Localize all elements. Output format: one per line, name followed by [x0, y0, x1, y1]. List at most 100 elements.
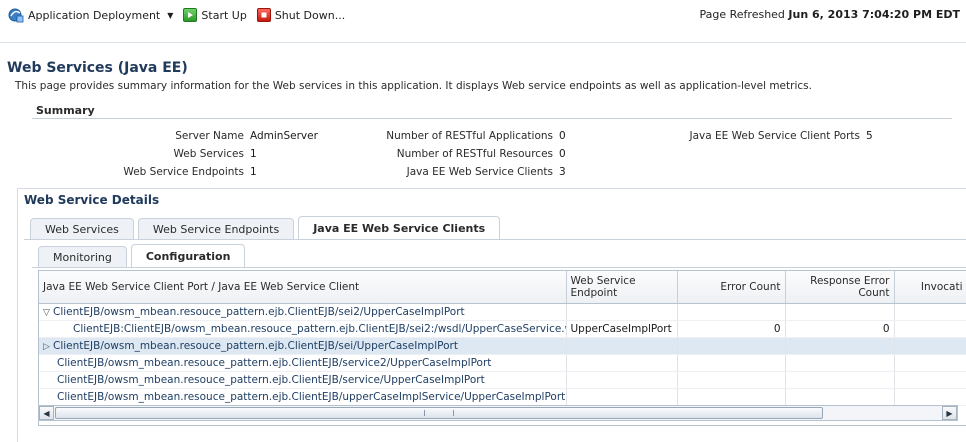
response-error-count-cell [785, 371, 895, 389]
table-row[interactable]: ClientEJB:ClientEJB/owsm_mbean.resouce_p… [39, 320, 966, 338]
endpoint-cell [566, 337, 678, 355]
page-refreshed-prefix: Page Refreshed [699, 8, 785, 21]
summary-value: 5 [866, 130, 873, 142]
summary-label: Java EE Web Service Client Ports [689, 130, 860, 142]
summary-web-service-endpoints: Web Service Endpoints 1 [70, 166, 257, 178]
summary-server-name: Server Name AdminServer [70, 130, 318, 142]
client-port-cell[interactable]: ClientEJB/owsm_mbean.resouce_pattern.ejb… [39, 388, 567, 406]
error-count-cell: 0 [677, 320, 786, 338]
tab-monitoring[interactable]: Monitoring [38, 246, 127, 268]
client-port-name[interactable]: ClientEJB/owsm_mbean.resouce_pattern.ejb… [57, 391, 565, 403]
response-error-count-cell [785, 388, 895, 406]
summary-value: 0 [559, 148, 566, 160]
client-port-name[interactable]: ClientEJB/owsm_mbean.resouce_pattern.ejb… [57, 374, 485, 386]
table-row[interactable]: ▽ ClientEJB/owsm_mbean.resouce_pattern.ej… [39, 303, 966, 321]
summary-web-services: Web Services 1 [70, 148, 257, 160]
error-count-cell [677, 337, 786, 355]
toolbar: Application Deployment ▼ Start Up Shut D… [0, 0, 966, 30]
response-error-count-cell: 0 [785, 320, 895, 338]
sub-tabs: Monitoring Configuration [38, 244, 249, 268]
error-count-cell [677, 371, 786, 389]
summary-label: Server Name [175, 130, 244, 142]
column-header-invocation[interactable]: Invocati [894, 271, 966, 304]
summary-restful-resources: Number of RESTful Resources 0 [340, 148, 566, 160]
summary-web-service-clients: Java EE Web Service Clients 3 [340, 166, 566, 178]
scrollbar-thumb[interactable] [55, 407, 823, 419]
table-row[interactable]: ClientEJB/owsm_mbean.resouce_pattern.ejb… [39, 371, 966, 389]
tab-configuration[interactable]: Configuration [130, 244, 246, 268]
table-row[interactable]: ▷ ClientEJB/owsm_mbean.resouce_pattern.ej… [39, 337, 966, 355]
start-up-button[interactable]: Start Up [183, 8, 247, 22]
client-port-cell[interactable]: ▽ ClientEJB/owsm_mbean.resouce_pattern.ej… [39, 303, 567, 321]
scroll-left-icon[interactable]: ◀ [39, 406, 54, 420]
invocation-cell [894, 320, 966, 338]
summary-divider [32, 118, 952, 119]
invocation-cell [894, 303, 966, 321]
client-port-name[interactable]: ClientEJB:ClientEJB/owsm_mbean.resouce_p… [73, 323, 565, 335]
summary-client-ports: Java EE Web Service Client Ports 5 [660, 130, 873, 142]
sub-tabs-baseline [32, 267, 966, 268]
start-up-label: Start Up [201, 8, 247, 22]
summary-label: Number of RESTful Resources [396, 148, 553, 160]
shut-down-icon [256, 8, 271, 22]
column-header-client-port[interactable]: Java EE Web Service Client Port / Java E… [39, 271, 567, 304]
response-error-count-cell [785, 303, 895, 321]
summary-label: Web Services [173, 148, 244, 160]
summary-label: Number of RESTful Applications [386, 130, 553, 142]
table-row[interactable]: ClientEJB/owsm_mbean.resouce_pattern.ejb… [39, 388, 966, 406]
summary-value: 1 [250, 148, 257, 160]
invocation-cell [894, 354, 966, 372]
horizontal-scrollbar[interactable]: ◀ ▶ [38, 405, 958, 421]
scrollbar-grip [424, 410, 454, 416]
client-ports-table: Java EE Web Service Client Port / Java E… [38, 270, 966, 426]
shut-down-label: Shut Down... [274, 8, 346, 22]
summary-label: Java EE Web Service Clients [406, 166, 553, 178]
client-port-cell[interactable]: ClientEJB:ClientEJB/owsm_mbean.resouce_p… [39, 320, 567, 338]
main-tabs-baseline [24, 239, 966, 240]
client-port-cell[interactable]: ClientEJB/owsm_mbean.resouce_pattern.ejb… [39, 354, 567, 372]
summary-label: Web Service Endpoints [123, 166, 244, 178]
web-service-details-heading: Web Service Details [24, 193, 160, 207]
error-count-cell [677, 354, 786, 372]
application-deployment-icon [8, 8, 24, 23]
tab-java-ee-web-service-clients[interactable]: Java EE Web Service Clients [298, 216, 501, 240]
chevron-down-icon: ▼ [167, 10, 174, 20]
column-header-error-count[interactable]: Error Count [677, 271, 786, 304]
summary-value: 0 [559, 130, 566, 142]
toolbar-divider [0, 42, 966, 43]
application-deployment-menu[interactable]: Application Deployment ▼ [8, 7, 173, 23]
summary-value: AdminServer [250, 130, 318, 142]
page-refreshed-time: Jun 6, 2013 7:04:20 PM EDT [788, 8, 960, 21]
client-port-cell[interactable]: ▷ ClientEJB/owsm_mbean.resouce_pattern.ej… [39, 337, 567, 355]
scroll-right-icon[interactable]: ▶ [942, 406, 957, 420]
client-port-name[interactable]: ClientEJB/owsm_mbean.resouce_pattern.ejb… [53, 306, 465, 318]
endpoint-cell: UpperCaseImplPort [566, 320, 678, 338]
column-header-response-error-count[interactable]: Response Error Count [785, 271, 895, 304]
page-description: This page provides summary information f… [15, 80, 812, 92]
summary-value: 3 [559, 166, 566, 178]
client-port-cell[interactable]: ClientEJB/owsm_mbean.resouce_pattern.ejb… [39, 371, 567, 389]
response-error-count-cell [785, 337, 895, 355]
endpoint-cell [566, 354, 678, 372]
client-port-name[interactable]: ClientEJB/owsm_mbean.resouce_pattern.ejb… [57, 357, 491, 369]
invocation-cell [894, 371, 966, 389]
table-row[interactable]: ClientEJB/owsm_mbean.resouce_pattern.ejb… [39, 354, 966, 372]
client-port-name[interactable]: ClientEJB/owsm_mbean.resouce_pattern.ejb… [53, 340, 458, 352]
error-count-cell [677, 388, 786, 406]
main-tabs: Web Services Web Service Endpoints Java … [30, 216, 504, 240]
application-deployment-label: Application Deployment [28, 8, 161, 22]
start-up-icon [183, 8, 198, 22]
summary-restful-applications: Number of RESTful Applications 0 [340, 130, 566, 142]
tab-web-services[interactable]: Web Services [30, 218, 134, 240]
tab-web-service-endpoints[interactable]: Web Service Endpoints [137, 218, 295, 240]
summary-value: 1 [250, 166, 257, 178]
endpoint-cell [566, 371, 678, 389]
endpoint-cell [566, 388, 678, 406]
column-header-endpoint[interactable]: Web Service Endpoint [566, 271, 678, 304]
error-count-cell [677, 303, 786, 321]
collapse-icon[interactable]: ▽ [43, 308, 53, 318]
summary-heading: Summary [36, 104, 95, 117]
expand-icon[interactable]: ▷ [43, 342, 53, 352]
shut-down-button[interactable]: Shut Down... [256, 8, 346, 22]
page-title: Web Services (Java EE) [7, 60, 188, 76]
